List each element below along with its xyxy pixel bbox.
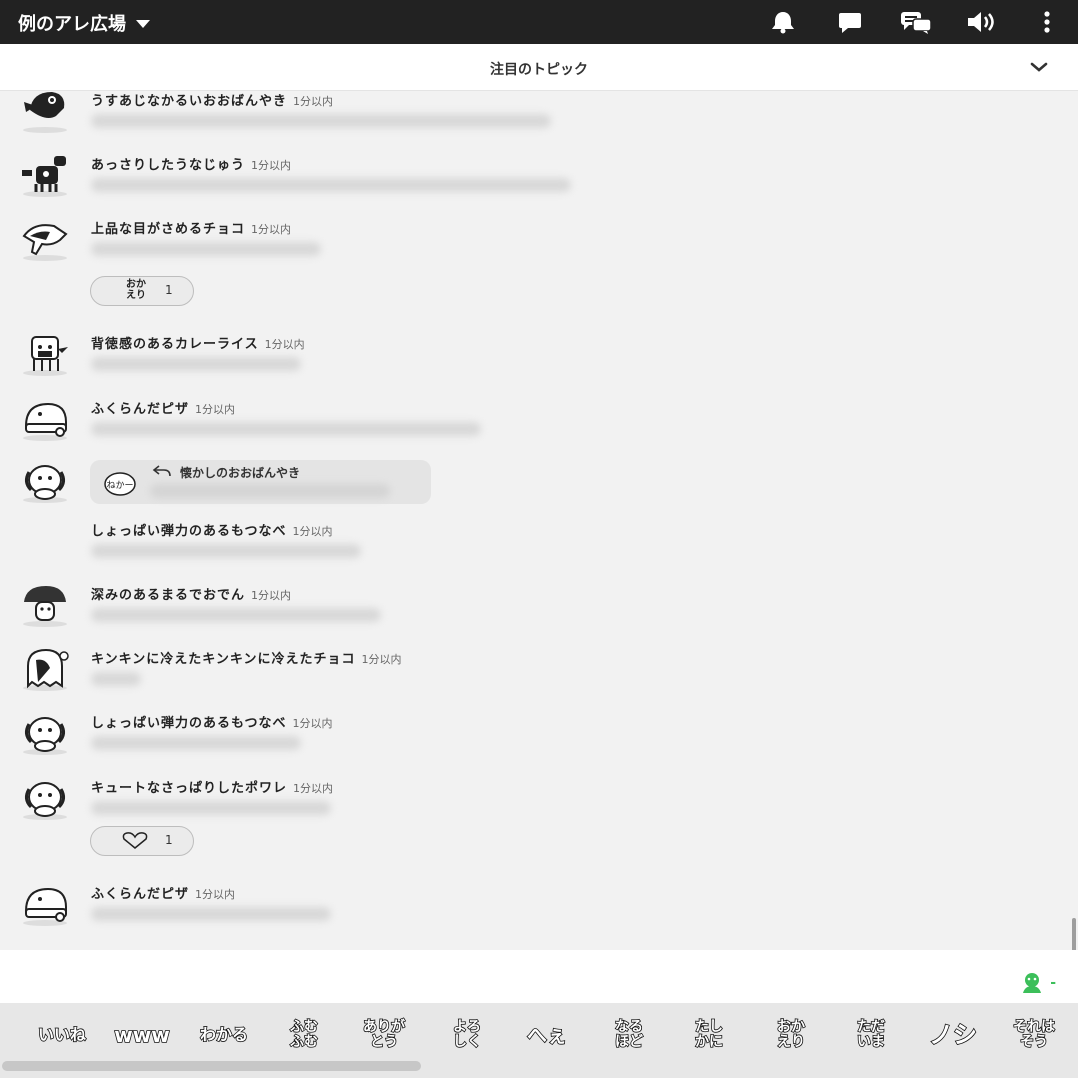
blurred-message: [91, 672, 141, 686]
username[interactable]: 深みのあるまるでおでん: [91, 588, 245, 603]
blurred-message: [91, 544, 361, 558]
blurred-message: [91, 357, 301, 371]
stamp-button[interactable]: それは そう: [998, 1013, 1070, 1057]
reaction-count: 1: [165, 833, 173, 847]
user-presence-icon: [1023, 973, 1042, 993]
topic-label: 注目のトピック: [490, 62, 588, 78]
blurred-message: [91, 801, 331, 815]
stamp-button[interactable]: いいね: [26, 1013, 98, 1057]
timestamp: 1分以内: [251, 159, 292, 172]
stamp-button[interactable]: ノシ: [924, 1013, 982, 1057]
avatar-crow[interactable]: [20, 90, 70, 134]
caret-down-icon: [136, 20, 150, 28]
avatar-tapir[interactable]: [20, 216, 70, 262]
blurred-message: [91, 422, 481, 436]
avatar-turtle[interactable]: [20, 396, 70, 442]
chevron-down-icon[interactable]: [1030, 60, 1048, 74]
stamp-button[interactable]: たし かに: [680, 1013, 738, 1057]
blurred-message: [91, 178, 571, 192]
timestamp: 1分以内: [293, 782, 334, 795]
conversation-icon[interactable]: [900, 10, 932, 34]
username[interactable]: キュートなさっぱりしたポワレ: [91, 781, 287, 796]
avatar-dog[interactable]: [20, 775, 70, 821]
blurred-message: [91, 736, 301, 750]
timestamp: 1分以内: [251, 589, 292, 602]
avatar-ghost[interactable]: [20, 646, 70, 692]
more-menu-icon[interactable]: [1036, 10, 1058, 34]
avatar-turtle[interactable]: [20, 881, 70, 927]
timestamp: 1分以内: [195, 403, 236, 416]
avatar-dog[interactable]: [20, 458, 70, 504]
stamp-button[interactable]: わかる: [188, 1013, 260, 1057]
timestamp: 1分以内: [264, 338, 305, 351]
bell-icon[interactable]: [769, 10, 797, 34]
reply-username: 懐かしのおおばんやき: [180, 466, 301, 480]
blurred-message: [91, 242, 321, 256]
timestamp: 1分以内: [293, 95, 334, 108]
username[interactable]: ふくらんだピザ: [91, 887, 189, 902]
username[interactable]: 上品な目がさめるチョコ: [91, 222, 245, 237]
avatar-cow[interactable]: [20, 331, 70, 377]
username[interactable]: キンキンに冷えたキンキンに冷えたチョコ: [91, 652, 355, 667]
timestamp: 1分以内: [292, 717, 333, 730]
topic-bar[interactable]: 注目のトピック: [0, 44, 1078, 91]
username[interactable]: しょっぱい弾力のあるもつなべ: [91, 716, 286, 731]
blurred-message: [91, 114, 551, 128]
timestamp: 1分以内: [251, 223, 292, 236]
presence-count: -: [1050, 975, 1056, 991]
reaction-label: おか えり: [126, 279, 146, 301]
message-list[interactable]: うすあじなかるいおおばんやき 1分以内 あっさりしたうなじゅう 1分以内 上品な目が…: [0, 90, 1078, 940]
username[interactable]: 背徳感のあるカレーライス: [91, 337, 259, 352]
timestamp: 1分以内: [195, 888, 236, 901]
reply-avatar-text: ねかー: [106, 480, 133, 491]
reaction-count: 1: [165, 283, 173, 297]
stamp-button[interactable]: なる ほど: [600, 1013, 658, 1057]
room-title: 例のアレ広場: [18, 14, 126, 35]
username[interactable]: ふくらんだピザ: [91, 402, 189, 417]
stamp-button[interactable]: おか えり: [762, 1013, 820, 1057]
blurred-message: [91, 907, 331, 921]
speaker-icon[interactable]: [966, 10, 996, 34]
presence-indicator[interactable]: -: [1020, 972, 1056, 994]
reply-avatar: ねかー: [104, 472, 136, 496]
avatar-dog[interactable]: [20, 710, 70, 756]
reply-quote[interactable]: ねかー 懐かしのおおばんやき: [90, 460, 431, 504]
heart-icon: [122, 832, 148, 849]
stamp-button[interactable]: www: [104, 1013, 180, 1057]
chat-bubble-icon[interactable]: [836, 10, 864, 34]
reaction-okaeri[interactable]: おか えり 1: [90, 276, 194, 306]
username[interactable]: あっさりしたうなじゅう: [91, 158, 245, 173]
reaction-heart[interactable]: 1: [90, 826, 194, 856]
stamp-button[interactable]: ただ いま: [842, 1013, 900, 1057]
stamp-button[interactable]: よろ しく: [438, 1013, 496, 1057]
stamp-button[interactable]: ふむ ふむ: [276, 1013, 332, 1057]
timestamp: 1分以内: [292, 525, 333, 538]
blurred-message: [91, 608, 381, 622]
horizontal-scrollbar[interactable]: [2, 1061, 421, 1071]
blurred-message: [150, 484, 390, 498]
avatar-mushroom[interactable]: [20, 582, 70, 628]
message-input-area[interactable]: -: [0, 950, 1078, 1003]
top-bar: 例のアレ広場: [0, 0, 1078, 44]
stamp-button[interactable]: ありが とう: [350, 1013, 418, 1057]
username[interactable]: うすあじなかるいおおばんやき: [91, 94, 287, 109]
reply-arrow-icon: [152, 465, 171, 477]
avatar-robot[interactable]: [20, 152, 70, 198]
room-selector[interactable]: 例のアレ広場: [18, 10, 150, 36]
username[interactable]: しょっぱい弾力のあるもつなべ: [91, 524, 286, 539]
timestamp: 1分以内: [361, 653, 402, 666]
stamp-button[interactable]: へぇ: [518, 1013, 576, 1057]
